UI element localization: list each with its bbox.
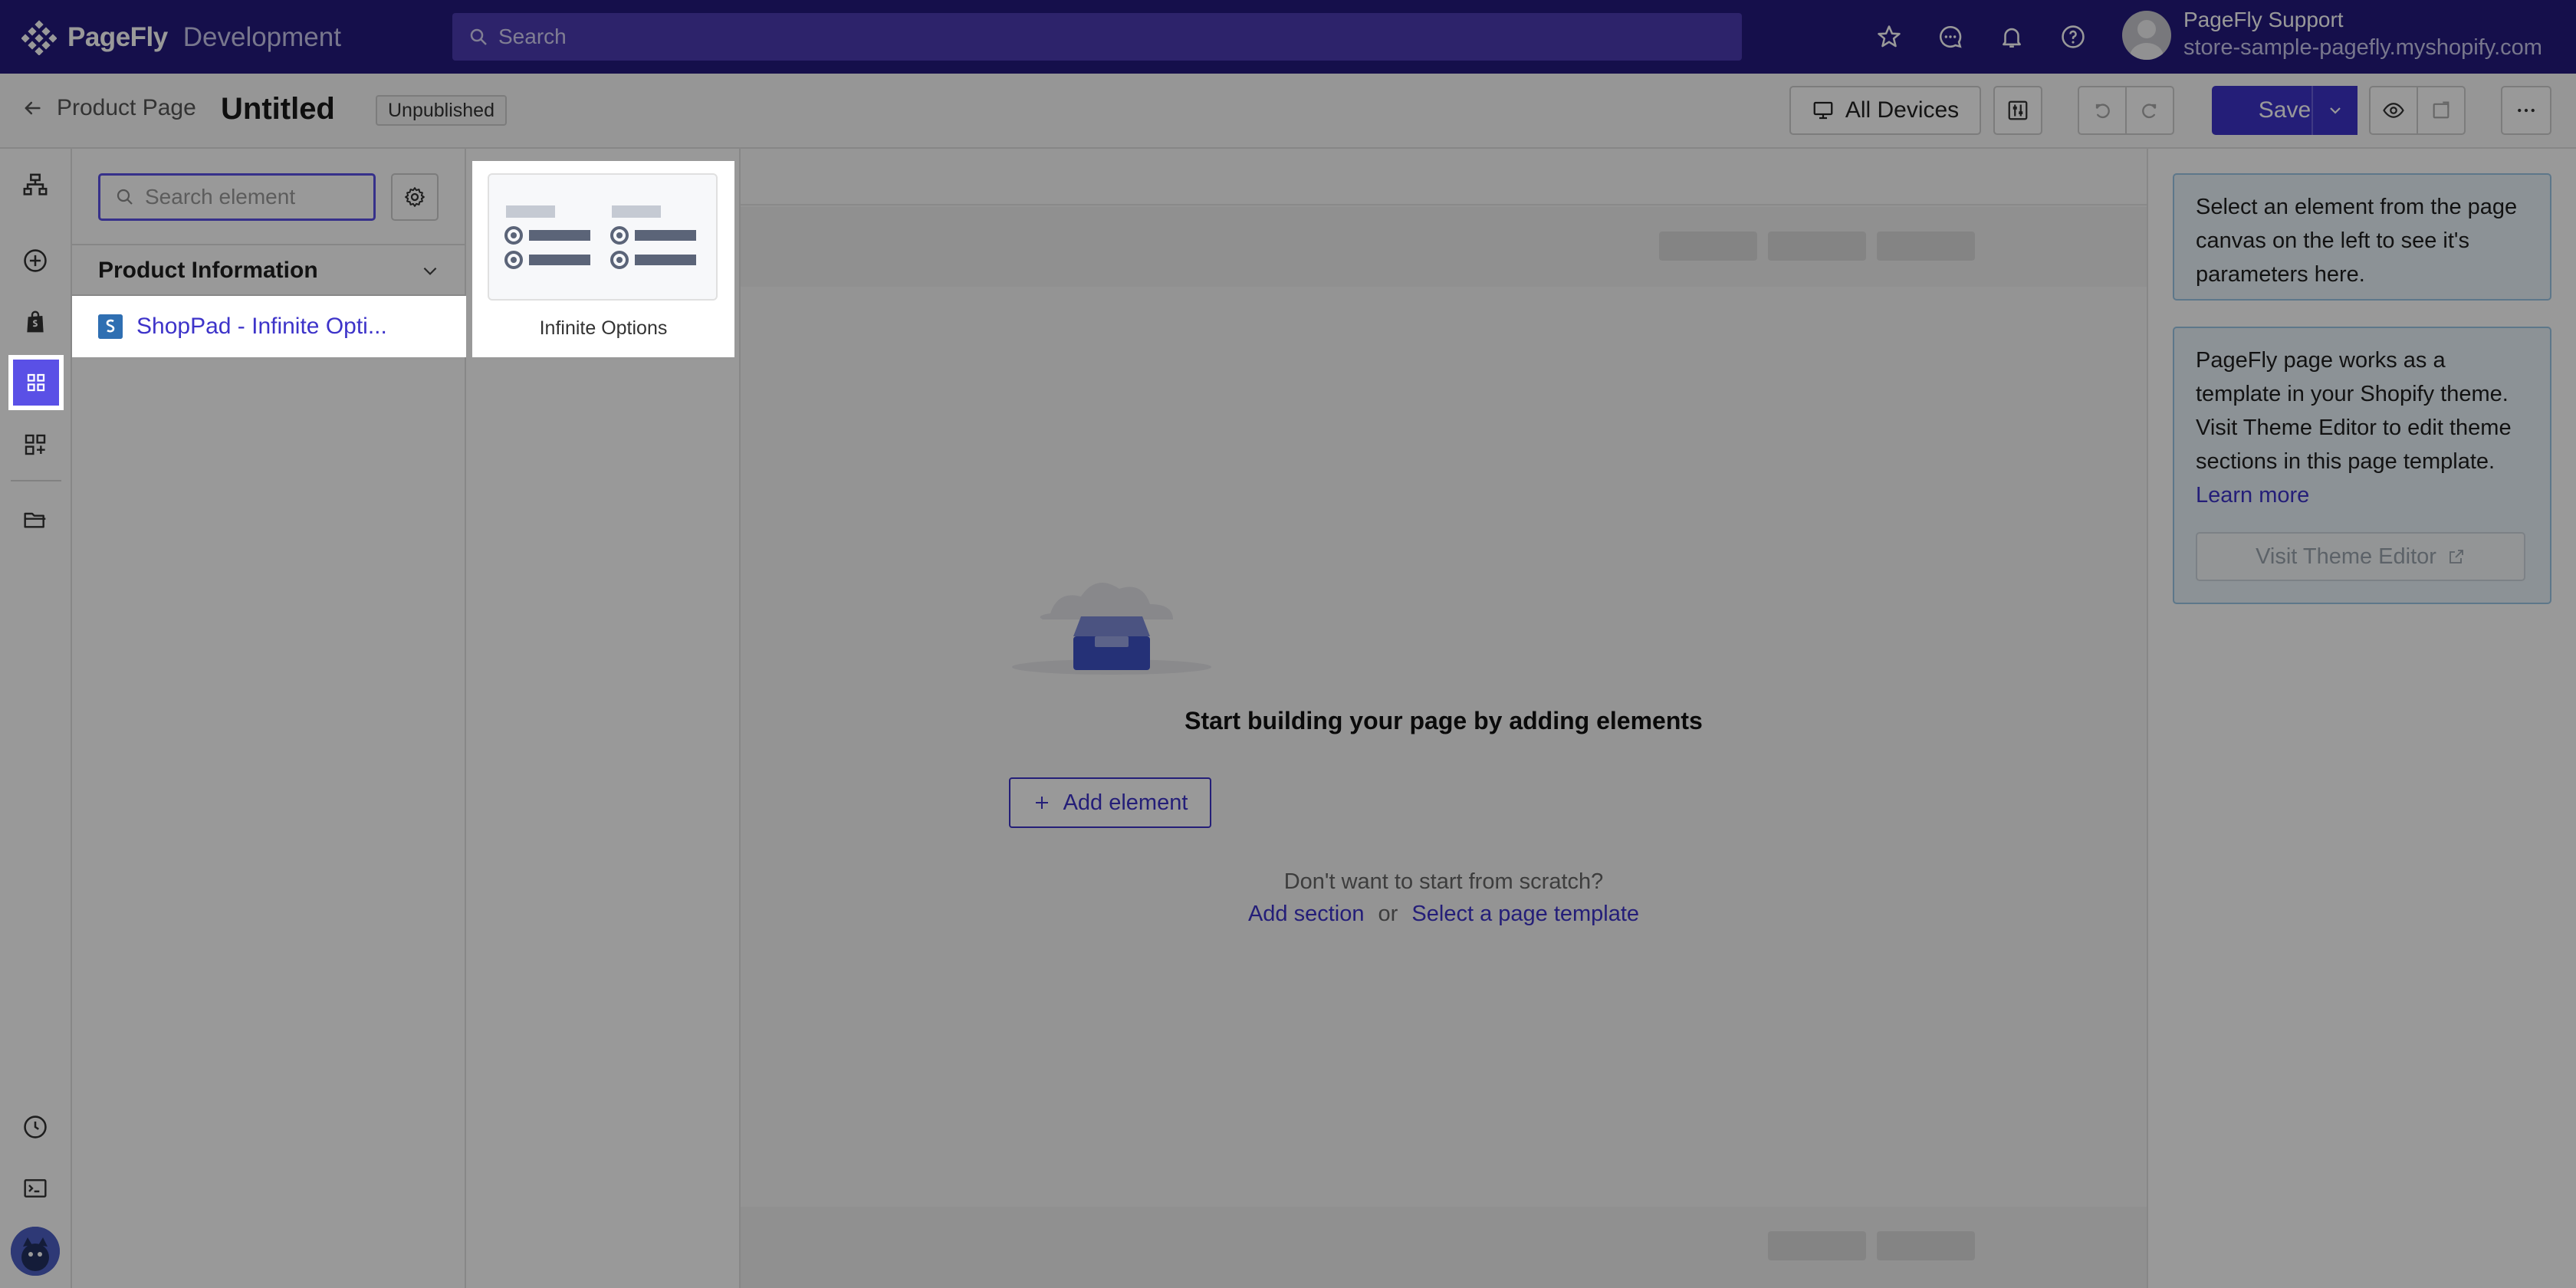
infinite-options-thumbnail <box>488 173 718 301</box>
focus-overlay <box>0 0 2576 1288</box>
list-item-label: ShopPad - Infinite Opti... <box>136 314 387 339</box>
preview-label: Infinite Options <box>539 317 668 339</box>
list-item[interactable]: ShopPad - Infinite Opti... <box>72 296 466 357</box>
sidebar-item-elements[interactable] <box>8 355 64 410</box>
element-grid-active-icon <box>13 360 59 406</box>
shoppad-app-icon <box>98 314 123 339</box>
